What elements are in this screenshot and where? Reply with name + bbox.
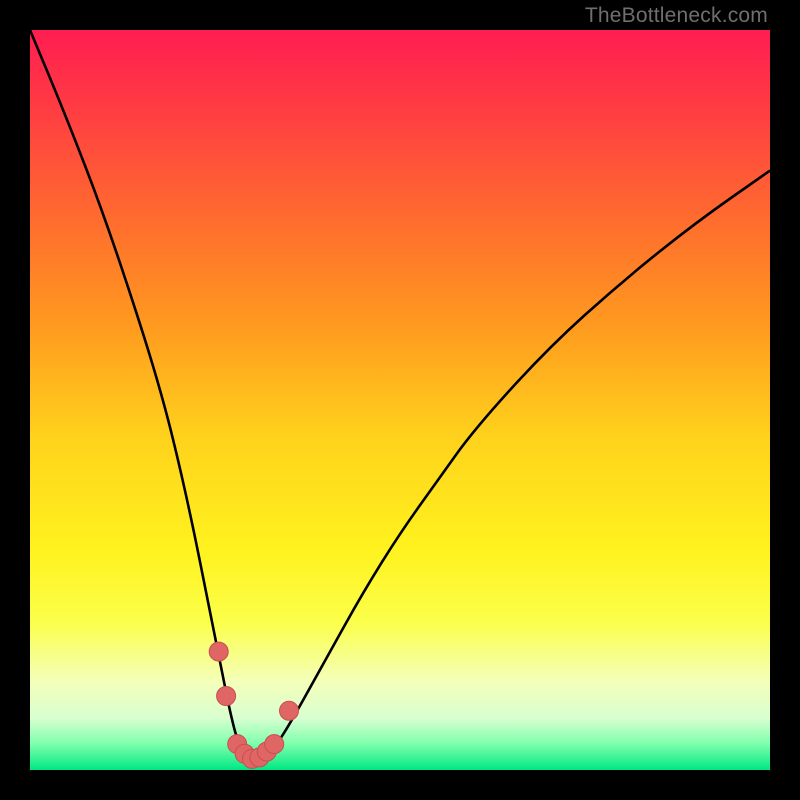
curve-layer (30, 30, 770, 770)
curve-marker (280, 701, 299, 720)
curve-markers (209, 642, 298, 768)
chart-frame: TheBottleneck.com (0, 0, 800, 800)
plot-area (30, 30, 770, 770)
curve-marker (209, 642, 228, 661)
curve-marker (217, 687, 236, 706)
curve-marker (265, 735, 284, 754)
watermark-text: TheBottleneck.com (585, 4, 768, 28)
bottleneck-curve (30, 30, 770, 763)
